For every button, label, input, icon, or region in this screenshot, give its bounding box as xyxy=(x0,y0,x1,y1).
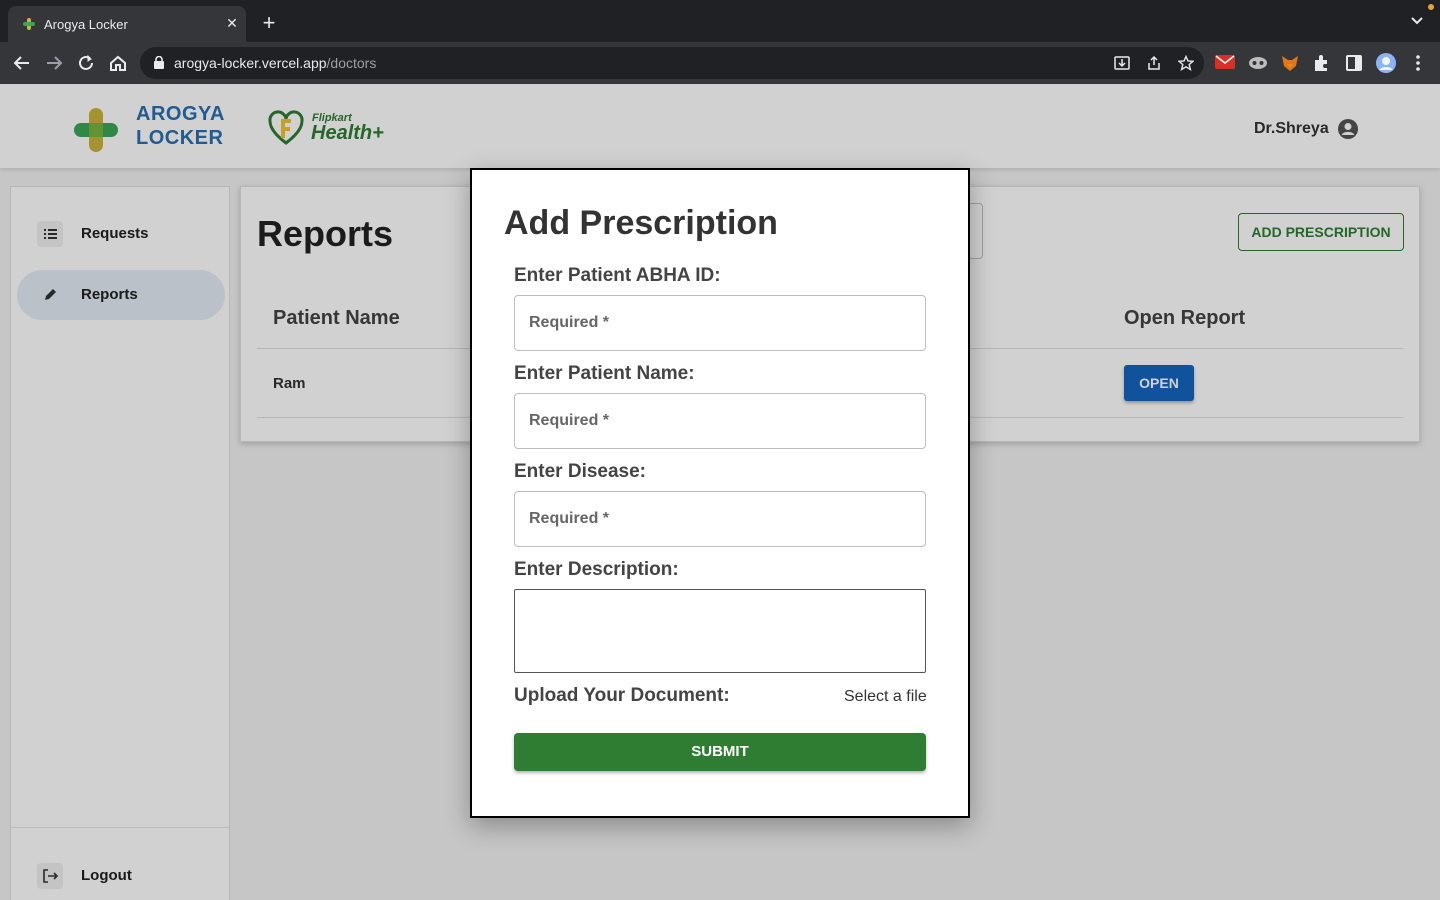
home-icon[interactable] xyxy=(107,52,129,74)
modal-title: Add Prescription xyxy=(504,204,778,242)
close-tab-icon[interactable]: ✕ xyxy=(224,14,240,32)
upload-label: Upload Your Document: xyxy=(514,685,730,706)
new-tab-icon[interactable]: + xyxy=(258,12,280,34)
page: AROGYA LOCKER Flipkart Health+ Dr.Shreya xyxy=(0,84,1440,900)
abha-id-label: Enter Patient ABHA ID: xyxy=(514,265,721,286)
arogya-favicon-icon xyxy=(23,18,35,30)
description-textarea[interactable] xyxy=(514,589,926,673)
forward-icon[interactable] xyxy=(43,52,65,74)
browser-tab-bar: Arogya Locker ✕ + xyxy=(0,0,1440,42)
url-text: arogya-locker.vercel.app/doctors xyxy=(174,55,377,71)
disease-label: Enter Disease: xyxy=(514,461,647,482)
description-label: Enter Description: xyxy=(514,559,679,580)
disease-input[interactable] xyxy=(514,491,926,547)
browser-toolbar: arogya-locker.vercel.app/doctors 19795 xyxy=(0,42,1440,120)
update-indicator-icon xyxy=(1428,4,1434,10)
tab-search-chevron-icon[interactable] xyxy=(1408,14,1426,28)
address-bar[interactable]: arogya-locker.vercel.app/doctors xyxy=(140,47,1204,79)
reload-icon[interactable] xyxy=(75,52,97,74)
browser-menu-icon[interactable] xyxy=(1407,52,1429,74)
lock-icon[interactable] xyxy=(154,56,164,69)
tab-title: Arogya Locker xyxy=(44,17,128,32)
install-app-icon[interactable] xyxy=(1114,55,1130,71)
back-icon[interactable] xyxy=(11,52,33,74)
share-icon[interactable] xyxy=(1146,55,1162,71)
mail-extension-icon[interactable] xyxy=(1214,52,1236,74)
patient-name-label: Enter Patient Name: xyxy=(514,363,695,384)
patient-name-input[interactable] xyxy=(514,393,926,449)
abha-id-input[interactable] xyxy=(514,295,926,351)
extensions-puzzle-icon[interactable] xyxy=(1311,52,1333,74)
mask-extension-icon[interactable] xyxy=(1247,52,1269,74)
metamask-fox-icon[interactable] xyxy=(1279,52,1301,74)
side-panel-icon[interactable] xyxy=(1343,52,1365,74)
profile-avatar-icon[interactable] xyxy=(1375,52,1397,74)
browser-tab[interactable]: Arogya Locker ✕ xyxy=(8,6,246,42)
select-file-button[interactable]: Select a file xyxy=(844,688,927,706)
add-prescription-modal: Add Prescription Enter Patient ABHA ID: … xyxy=(470,168,970,818)
submit-button[interactable]: SUBMIT xyxy=(514,733,926,771)
bookmark-star-icon[interactable] xyxy=(1178,55,1194,71)
